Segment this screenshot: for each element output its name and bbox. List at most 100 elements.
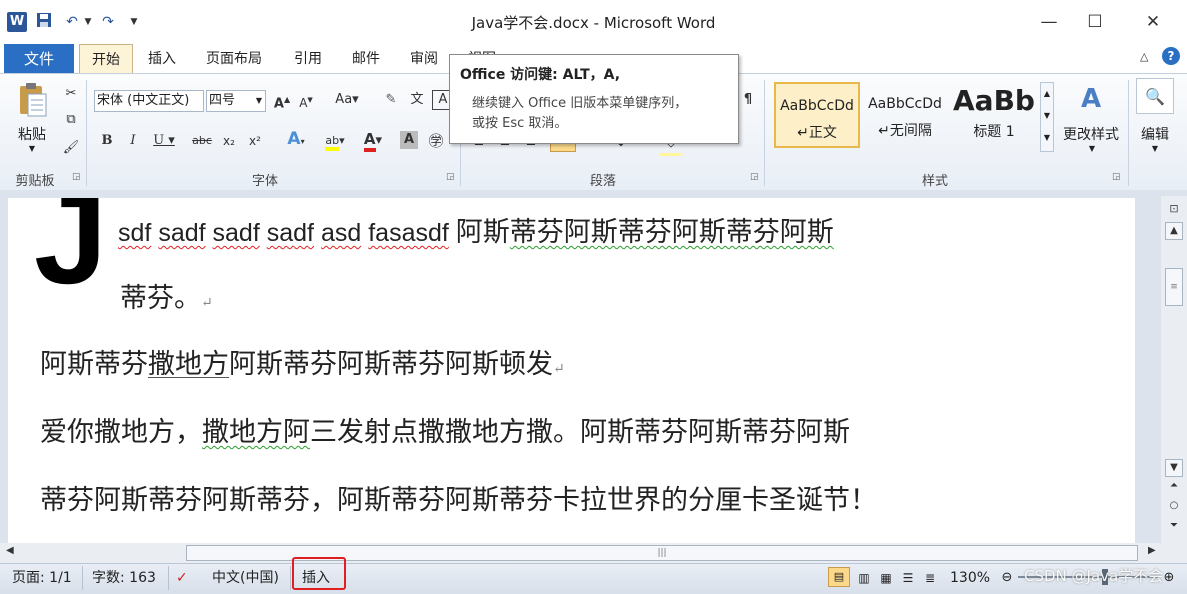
format-painter-icon[interactable]: 🖌 <box>62 138 80 158</box>
style-sample: AaBbCcDd <box>868 96 942 112</box>
enclose-characters-icon[interactable]: ㊫ <box>426 131 446 151</box>
font-dialog-launcher[interactable]: ◲ <box>446 172 455 182</box>
paragraph-mark: ↵ <box>553 361 565 377</box>
tab-home[interactable]: 开始 <box>79 44 133 74</box>
change-styles-icon[interactable]: A <box>1074 84 1108 114</box>
word: fasasdf <box>368 219 449 247</box>
page-count[interactable]: 页面: 1/1 <box>12 568 72 588</box>
style-sample: AaBb <box>953 84 1035 117</box>
next-page-icon[interactable]: ⏷ <box>1165 520 1183 531</box>
font-group-label: 字体 <box>251 174 278 189</box>
font-size-combo[interactable]: 四号 ▼ <box>206 90 266 112</box>
strikethrough-icon[interactable]: abc <box>190 131 214 151</box>
tab-references[interactable]: 引用 <box>284 48 332 72</box>
text: 撒地方 <box>148 349 229 380</box>
minimize-ribbon-icon[interactable]: △ <box>1140 50 1148 63</box>
outline-view-icon[interactable]: ☰ <box>898 568 918 588</box>
paragraph-3-line-1: 爱你撒地方，撒地方阿三发射点撒撒地方撒。阿斯蒂芬阿斯蒂芬阿斯 <box>40 410 850 449</box>
italic-icon[interactable]: I <box>124 131 142 151</box>
scroll-up-button[interactable]: ▲ <box>1165 222 1183 240</box>
scroll-left-button[interactable]: ◀ <box>6 545 14 556</box>
previous-page-icon[interactable]: ⏶ <box>1165 480 1183 491</box>
text: 撒地方阿 <box>202 417 310 448</box>
bold-icon[interactable]: B <box>98 131 116 151</box>
paste-dropdown-icon[interactable]: ▼ <box>24 144 40 153</box>
superscript-icon[interactable]: x² <box>246 131 264 151</box>
zoom-level[interactable]: 130% <box>950 568 990 588</box>
show-marks-icon[interactable]: ¶ <box>740 90 756 110</box>
scroll-down-button[interactable]: ▼ <box>1165 459 1183 477</box>
font-size-value: 四号 <box>209 93 236 108</box>
character-shading-icon[interactable]: A <box>400 131 418 149</box>
scroll-right-button[interactable]: ▶ <box>1148 545 1156 556</box>
grow-font-icon[interactable]: A▲ <box>272 90 292 114</box>
change-styles-button[interactable]: 更改样式 <box>1058 124 1124 144</box>
styles-dialog-launcher[interactable]: ◲ <box>1112 172 1121 182</box>
drop-cap: J <box>34 198 108 311</box>
tab-page-layout[interactable]: 页面布局 <box>196 48 272 72</box>
status-divider <box>168 566 169 590</box>
chinese-text: 阿斯蒂芬阿斯蒂芬阿斯蒂芬阿斯 <box>456 217 834 248</box>
text: 阿斯蒂芬阿斯蒂芬阿斯顿发 <box>229 349 553 380</box>
style-name: 标题 1 <box>973 124 1015 140</box>
status-divider <box>290 566 291 590</box>
change-case-icon[interactable]: Aa▾ <box>334 90 360 110</box>
styles-group-label: 样式 <box>921 174 948 189</box>
paragraph-dialog-launcher[interactable]: ◲ <box>750 172 759 182</box>
paragraph-1-line-2: 蒂芬。↵ <box>120 276 213 315</box>
maximize-button[interactable]: ☐ <box>1072 8 1118 36</box>
group-divider <box>764 80 765 186</box>
find-icon[interactable]: 🔍 <box>1136 78 1174 114</box>
clipboard-dialog-launcher[interactable]: ◲ <box>72 172 81 182</box>
font-color-icon[interactable]: A▾ <box>358 129 388 152</box>
editing-button[interactable]: 编辑 <box>1132 124 1178 144</box>
subscript-icon[interactable]: x₂ <box>220 131 238 151</box>
close-button[interactable]: ✕ <box>1130 8 1176 36</box>
chinese-text-b: 蒂芬阿斯蒂芬阿斯蒂芬阿斯 <box>509 217 834 248</box>
tab-review[interactable]: 审阅 <box>400 48 448 72</box>
paste-icon[interactable] <box>16 82 50 118</box>
word-count[interactable]: 字数: 163 <box>92 568 156 588</box>
minimize-button[interactable]: — <box>1026 8 1072 36</box>
tab-file[interactable]: 文件 <box>4 44 74 74</box>
editing-dropdown-icon[interactable]: ▼ <box>1147 144 1163 153</box>
group-divider <box>1128 80 1129 186</box>
shrink-font-icon[interactable]: A▼ <box>296 90 316 113</box>
styles-scroll[interactable]: ▲ ▼ ▼ <box>1040 82 1054 152</box>
style-normal[interactable]: AaBbCcDd ↵正文 <box>774 82 860 148</box>
proofing-icon[interactable]: ✓ <box>176 568 198 588</box>
clear-formatting-icon[interactable]: ✎ <box>380 90 402 110</box>
print-layout-view-icon[interactable]: ▤ <box>828 567 850 587</box>
browse-object-icon[interactable]: ○ <box>1165 500 1183 511</box>
web-layout-icon[interactable]: ▦ <box>876 568 896 588</box>
highlight-icon[interactable]: ab▾ <box>318 131 352 151</box>
scroll-thumb[interactable]: ≡ <box>1165 268 1183 306</box>
change-styles-dropdown-icon[interactable]: ▼ <box>1084 144 1100 153</box>
status-divider <box>82 566 83 590</box>
window-title: Java学不会.docx - Microsoft Word <box>471 14 716 32</box>
text-effects-icon[interactable]: A▾ <box>282 129 310 152</box>
word: sadf <box>212 219 260 247</box>
language-indicator[interactable]: 中文(中国) <box>212 568 279 588</box>
tab-insert[interactable]: 插入 <box>138 48 186 72</box>
zoom-out-icon[interactable]: ⊖ <box>998 568 1016 588</box>
font-name-combo[interactable]: 宋体 (中文正文) <box>94 90 204 112</box>
phonetic-guide-icon[interactable]: 文 <box>406 90 428 110</box>
draft-view-icon[interactable]: ≣ <box>920 568 940 588</box>
style-no-spacing[interactable]: AaBbCcDd ↵无间隔 <box>862 82 948 148</box>
tab-mailings[interactable]: 邮件 <box>342 48 390 72</box>
copy-icon[interactable]: ⧉ <box>62 110 80 130</box>
paragraph-1-line-1: sdf sadf sadf sadf asd fasasdf 阿斯蒂芬阿斯蒂芬阿… <box>118 210 834 249</box>
help-icon[interactable]: ? <box>1162 47 1180 65</box>
document-page[interactable]: J sdf sadf sadf sadf asd fasasdf 阿斯蒂芬阿斯蒂… <box>8 198 1135 543</box>
clipboard-group-label: 剪贴板 <box>15 174 55 189</box>
paste-button[interactable]: 粘贴 <box>10 124 54 144</box>
style-heading-1[interactable]: AaBb 标题 1 <box>950 82 1038 148</box>
word: sadf <box>158 219 206 247</box>
cut-icon[interactable]: ✂ <box>62 84 80 104</box>
text: 爱你撒地方， <box>40 417 202 448</box>
chevron-down-icon[interactable]: ▼ <box>256 91 262 111</box>
ruler-toggle-icon[interactable]: ⊡ <box>1166 201 1182 217</box>
underline-icon[interactable]: U ▾ <box>150 131 178 151</box>
full-screen-reading-icon[interactable]: ▥ <box>854 568 874 588</box>
